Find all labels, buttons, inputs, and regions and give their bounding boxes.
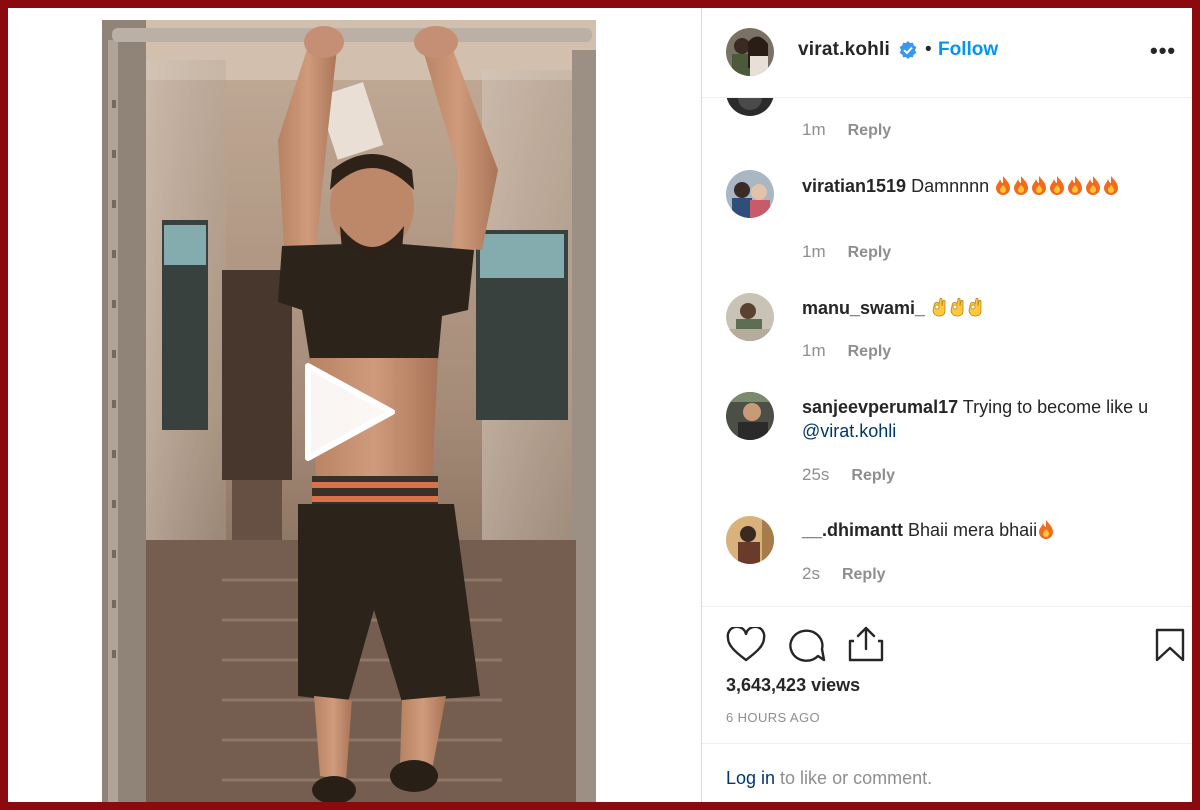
comment-icon[interactable] [786,627,826,668]
comment-text: sanjeevperumal17 Trying to become like u… [802,395,1162,443]
post-timestamp[interactable]: 6 HOURS AGO [726,710,820,725]
comment-meta: 2s Reply [802,564,886,584]
reply-button[interactable]: Reply [842,566,886,583]
mention-link[interactable]: @virat.kohli [802,421,896,441]
login-prompt-text: to like or comment. [775,768,933,788]
fire-icon [1086,176,1101,195]
comment-time: 1m [802,341,826,360]
share-icon[interactable] [846,625,886,668]
view-count[interactable]: 3,643,423 views [726,675,860,696]
comment-username[interactable]: __.dhimantt [802,520,903,540]
reply-button[interactable]: Reply [848,244,892,261]
comment-username[interactable]: viratian1519 [802,176,906,196]
comment-meta: 1m Reply [802,242,891,262]
fire-icon [1039,520,1054,539]
reply-button[interactable]: Reply [848,122,892,139]
fire-emoji-group [989,176,1120,196]
reply-button[interactable]: Reply [851,467,895,484]
comment-avatar[interactable] [726,293,774,341]
login-prompt-bar: Log in to like or comment. [702,743,1192,802]
fire-icon [1032,176,1047,195]
follow-button[interactable]: Follow [938,39,998,61]
fire-icon [1104,176,1119,195]
comment-meta: 1m Reply [802,120,891,140]
post-video[interactable] [102,20,596,802]
comment-body: Trying to become like u [962,397,1149,417]
heart-icon[interactable] [726,625,766,668]
post-header: virat.kohli • Follow ••• [702,8,1192,98]
comment-username[interactable]: sanjeevperumal17 [802,397,958,417]
comment-text: viratian1519 Damnnnn [802,174,1162,198]
login-link[interactable]: Log in [726,768,775,788]
ok-emoji-group [930,297,984,318]
comment-meta: 25s Reply [802,465,895,485]
fire-icon [1068,176,1083,195]
comment-time: 1m [802,242,826,261]
fire-icon [996,176,1011,195]
fire-icon [1014,176,1029,195]
post-actions: 3,643,423 views 6 HOURS AGO Log in to li… [702,606,1192,802]
comment-time: 2s [802,564,820,583]
header-separator: • [925,39,932,60]
ok-hand-icon [932,297,946,317]
instagram-post-window: virat.kohli • Follow ••• 1m Reply virati… [8,8,1192,802]
comment-avatar[interactable] [726,392,774,440]
ok-hand-icon [968,297,982,317]
comment-time: 1m [802,120,826,139]
login-prompt: Log in to like or comment. [726,768,932,789]
comment-text: __.dhimantt Bhaii mera bhaii [802,518,1162,542]
ok-hand-icon [950,297,964,317]
more-options-icon[interactable]: ••• [1150,38,1176,64]
comments-list[interactable]: 1m Reply viratian1519 Damnnnn 1m Reply m… [702,98,1192,606]
reply-button[interactable]: Reply [848,343,892,360]
bookmark-icon[interactable] [1154,627,1186,668]
comment-meta: 1m Reply [802,341,891,361]
comment-text: manu_swami_ [802,296,1162,320]
comment-time: 25s [802,465,830,484]
comment-body: Bhaii mera bhaii [908,520,1038,540]
comment-avatar[interactable] [726,170,774,218]
comment-body: Damnnnn [911,176,990,196]
comment-username[interactable]: manu_swami_ [802,298,925,318]
comment-avatar[interactable] [726,516,774,564]
post-side-panel: virat.kohli • Follow ••• 1m Reply virati… [702,8,1192,802]
verified-badge-icon [899,41,917,59]
comment-avatar[interactable] [726,98,774,116]
play-icon[interactable] [296,362,396,462]
author-avatar[interactable] [726,28,774,76]
fire-icon [1050,176,1065,195]
author-username[interactable]: virat.kohli [798,39,890,61]
